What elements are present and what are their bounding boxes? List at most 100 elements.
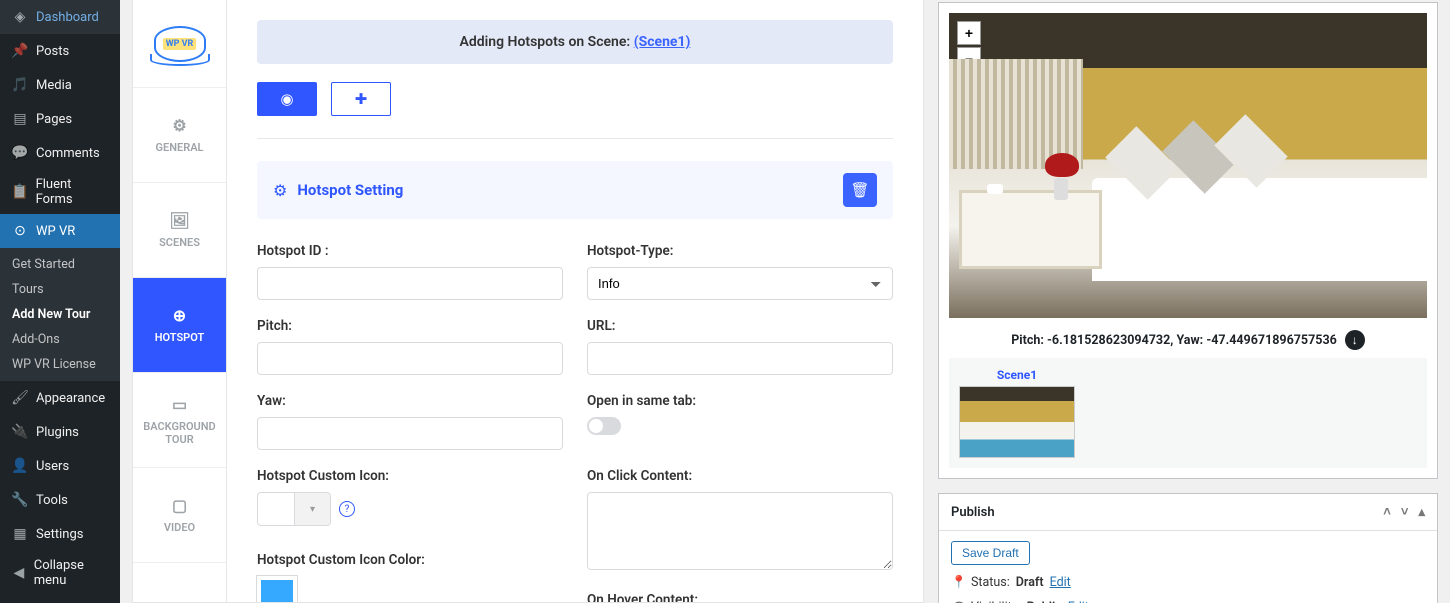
hotspot-type-select[interactable]: Info <box>587 267 893 300</box>
gear-icon: ⚙ <box>172 116 186 135</box>
editor-panel: WP VR ⚙GENERAL 🖼SCENES ⊕HOTSPOT ▭BACKGRO… <box>132 0 924 603</box>
sidebar-item-plugins[interactable]: 🔌Plugins <box>0 415 120 449</box>
sidebar-item-tools[interactable]: 🔧Tools <box>0 483 120 517</box>
gear-icon: ⚙ <box>273 181 287 200</box>
url-label: URL: <box>587 318 893 334</box>
status-row: 📍 Status: Draft Edit <box>951 575 1425 590</box>
field-hotspot-id: Hotspot ID : <box>257 243 563 300</box>
field-yaw: Yaw: <box>257 393 563 450</box>
wp-admin-sidebar: ◈Dashboard 📌Posts 🎵Media ▤Pages 💬Comment… <box>0 0 120 603</box>
hotspot-id-label: Hotspot ID : <box>257 243 563 259</box>
sidebar-item-media[interactable]: 🎵Media <box>0 68 120 102</box>
sidebar-item-pages[interactable]: ▤Pages <box>0 102 120 136</box>
zoom-in-button[interactable]: + <box>957 21 981 45</box>
open-tab-toggle[interactable] <box>587 417 621 435</box>
sidebar-item-users[interactable]: 👤Users <box>0 449 120 483</box>
scene-name: Scene1 <box>997 368 1037 382</box>
edit-status-link[interactable]: Edit <box>1050 575 1071 590</box>
field-hotspot-type: Hotspot-Type: Info <box>587 243 893 300</box>
vertical-tabs: WP VR ⚙GENERAL 🖼SCENES ⊕HOTSPOT ▭BACKGRO… <box>133 0 227 602</box>
target-icon: ⊕ <box>173 306 186 325</box>
scene-thumb-scene1[interactable]: Scene1 <box>959 368 1075 458</box>
pin-icon: 📌 <box>10 41 30 61</box>
record-icon: ◉ <box>280 90 293 108</box>
field-pitch: Pitch: <box>257 318 563 375</box>
preview-box: + − ⛶ Pitch: -6.181528623094732, Yaw: -4… <box>938 2 1438 479</box>
submenu-tours[interactable]: Tours <box>0 277 120 302</box>
color-swatch[interactable] <box>257 576 297 602</box>
banner-scene-link[interactable]: (Scene1) <box>634 34 691 50</box>
submenu-add-new-tour[interactable]: Add New Tour <box>0 302 120 327</box>
sidebar-item-dashboard[interactable]: ◈Dashboard <box>0 0 120 34</box>
comment-icon: 💬 <box>10 143 30 163</box>
field-on-click: On Click Content: <box>587 468 893 574</box>
image-icon: 🖼 <box>169 211 189 230</box>
right-sidebar: + − ⛶ Pitch: -6.181528623094732, Yaw: -4… <box>938 0 1438 603</box>
submenu-license[interactable]: WP VR License <box>0 352 120 377</box>
hotspot-form: Hotspot ID : Hotspot-Type: Info Pitch: U… <box>257 243 893 602</box>
sidebar-item-settings[interactable]: ▦Settings <box>0 517 120 551</box>
settings-icon: ▦ <box>10 524 30 544</box>
arrow-down-icon[interactable]: ↓ <box>1345 330 1365 350</box>
plugin-icon: 🔌 <box>10 422 30 442</box>
panorama-preview[interactable]: + − ⛶ <box>949 13 1427 318</box>
media-icon: 🎵 <box>10 75 30 95</box>
publish-title: Publish <box>951 505 995 520</box>
scene-strip: Scene1 <box>949 358 1427 468</box>
field-open-tab: Open in same tab: <box>587 393 893 450</box>
on-hover-label: On Hover Content: <box>587 592 893 602</box>
vtab-scenes[interactable]: 🖼SCENES <box>133 183 226 278</box>
on-click-label: On Click Content: <box>587 468 893 484</box>
coordinates-readout: Pitch: -6.181528623094732, Yaw: -47.4496… <box>949 318 1427 350</box>
delete-hotspot-button[interactable]: 🗑 <box>843 173 877 207</box>
tool-icon: 🔧 <box>10 490 30 510</box>
form-icon: 📋 <box>10 182 30 202</box>
vtab-video[interactable]: ▢VIDEO <box>133 468 226 563</box>
hotspot-id-input[interactable] <box>257 267 563 300</box>
field-url: URL: <box>587 318 893 375</box>
banner-prefix: Adding Hotspots on Scene: <box>460 34 634 50</box>
yaw-input[interactable] <box>257 417 563 450</box>
collapse-icon: ◀ <box>10 563 28 583</box>
sidebar-item-fluent-forms[interactable]: 📋Fluent Forms <box>0 170 120 214</box>
plus-icon: ✚ <box>355 90 368 108</box>
trash-icon: 🗑 <box>850 181 869 199</box>
panel-up-icon[interactable]: ˄ <box>1383 504 1391 520</box>
hotspot-tab-add[interactable]: ✚ <box>331 82 391 116</box>
vtab-background-tour[interactable]: ▭BACKGROUND TOUR <box>133 373 226 468</box>
help-icon[interactable]: ? <box>339 501 355 517</box>
sidebar-item-appearance[interactable]: 🖌Appearance <box>0 381 120 415</box>
save-draft-button[interactable]: Save Draft <box>951 541 1030 565</box>
key-icon: 📍 <box>951 575 965 590</box>
vtab-hotspot[interactable]: ⊕HOTSPOT <box>133 278 226 373</box>
custom-icon-label: Hotspot Custom Icon: <box>257 468 563 484</box>
video-icon: ▢ <box>172 496 187 515</box>
sidebar-item-wpvr[interactable]: ⊙WP VR <box>0 214 120 248</box>
pitch-label: Pitch: <box>257 318 563 334</box>
publish-header: Publish ˄ ˅ ▴ <box>939 494 1437 531</box>
sidebar-item-posts[interactable]: 📌Posts <box>0 34 120 68</box>
icon-color-label: Hotspot Custom Icon Color: <box>257 552 563 568</box>
panel-down-icon[interactable]: ˅ <box>1401 504 1409 520</box>
submenu-add-ons[interactable]: Add-Ons <box>0 327 120 352</box>
editor-body: Adding Hotspots on Scene: (Scene1) ◉ ✚ ⚙… <box>227 0 923 602</box>
hotspot-tab-current[interactable]: ◉ <box>257 82 317 116</box>
sidebar-item-collapse[interactable]: ◀Collapse menu <box>0 551 120 595</box>
scene-banner: Adding Hotspots on Scene: (Scene1) <box>257 20 893 64</box>
field-custom-icon: Hotspot Custom Icon: ▾ ? Hotspot Custom … <box>257 468 563 602</box>
url-input[interactable] <box>587 342 893 375</box>
submenu-get-started[interactable]: Get Started <box>0 252 120 277</box>
vtab-general[interactable]: ⚙GENERAL <box>133 88 226 183</box>
dashboard-icon: ◈ <box>10 7 30 27</box>
publish-body: Save Draft 📍 Status: Draft Edit 👁 Visibi… <box>939 531 1437 603</box>
sidebar-item-comments[interactable]: 💬Comments <box>0 136 120 170</box>
yaw-label: Yaw: <box>257 393 563 409</box>
panel-toggle-icon[interactable]: ▴ <box>1418 505 1425 520</box>
vr-icon: ⊙ <box>10 221 30 241</box>
on-click-textarea[interactable] <box>587 492 893 570</box>
icon-picker[interactable]: ▾ <box>257 492 331 526</box>
field-on-hover: On Hover Content: <box>587 592 893 602</box>
publish-metabox: Publish ˄ ˅ ▴ Save Draft 📍 Status: Draft… <box>938 493 1438 603</box>
pitch-input[interactable] <box>257 342 563 375</box>
section-title: Hotspot Setting <box>297 181 833 199</box>
